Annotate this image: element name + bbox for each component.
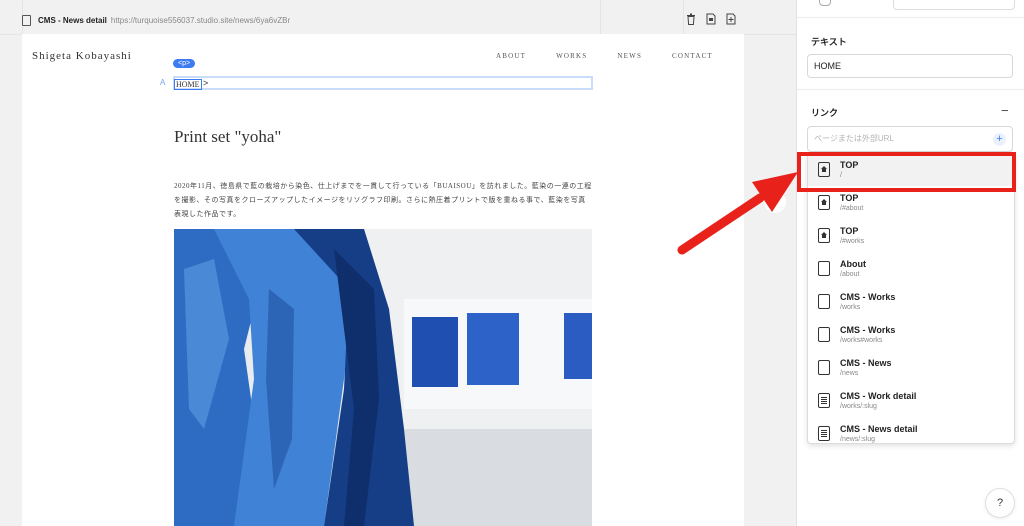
dropdown-item-path: /news	[840, 369, 859, 377]
element-type-badge: <p>	[173, 59, 196, 68]
dropdown-item-title: TOP	[840, 225, 859, 236]
dropdown-item-title: CMS - News detail	[840, 423, 918, 434]
link-url-field[interactable]: +	[807, 126, 1013, 152]
panel-divider	[797, 17, 1024, 18]
page-icon	[818, 294, 830, 309]
breadcrumb-chevron-icon: >	[203, 78, 209, 88]
dropdown-item-title: CMS - News	[840, 357, 892, 368]
dropdown-item-top-works[interactable]: TOP/#works	[808, 219, 1014, 252]
editor-canvas: CMS - News detail https://turquoise55603…	[0, 0, 796, 526]
nav-item-works[interactable]: WORKS	[556, 52, 587, 60]
dropdown-item-path: /works#works	[840, 336, 883, 344]
dropdown-item-title: TOP	[840, 192, 859, 203]
toggle-icon[interactable]	[819, 0, 831, 6]
page-bar: CMS - News detail https://turquoise55603…	[22, 12, 290, 28]
selected-element-outline[interactable]	[173, 76, 593, 90]
add-link-button[interactable]: +	[993, 133, 1006, 146]
text-value-field[interactable]: HOME	[807, 54, 1013, 78]
site-nav: ABOUT WORKS NEWS CONTACT	[496, 52, 713, 60]
help-button[interactable]: ?	[985, 488, 1015, 518]
nav-item-news[interactable]: NEWS	[617, 52, 642, 60]
dropdown-item-cms-news-detail[interactable]: CMS - News detail/news/:slug	[808, 417, 1014, 443]
dropdown-item-path: /news/:slug	[840, 435, 876, 443]
top-field[interactable]	[893, 0, 1015, 10]
document-icon	[818, 393, 830, 408]
dropdown-item-path: /works/:slug	[840, 402, 877, 410]
home-page-icon	[818, 228, 830, 243]
highlight-box	[797, 152, 1016, 192]
nav-item-contact[interactable]: CONTACT	[672, 52, 713, 60]
link-target-dropdown: TOP / TOP/#about TOP/#works About/about C…	[807, 152, 1015, 444]
dropdown-item-path: /#about	[840, 204, 864, 212]
article-body[interactable]: 2020年11月、徳島県で藍の栽培から染色、仕上げまでを一貫して行っている「BU…	[174, 179, 592, 221]
dropdown-item-title: CMS - Works	[840, 291, 896, 302]
text-section-label: テキスト	[811, 37, 847, 47]
dropdown-item-title: CMS - Works	[840, 324, 896, 335]
dropdown-item-title: About	[840, 258, 866, 269]
site-logo[interactable]: Shigeta Kobayashi	[32, 50, 132, 62]
dropdown-item-path: /#works	[840, 237, 865, 245]
breadcrumb-home-text[interactable]: HOME	[174, 79, 202, 90]
dropdown-item-cms-works[interactable]: CMS - Works/works	[808, 285, 1014, 318]
document-icon	[818, 426, 830, 441]
properties-panel: テキスト HOME リンク − + TOP/ TOP/#about TOP/#w…	[796, 0, 1024, 526]
dropdown-item-cms-work-detail[interactable]: CMS - Work detail/works/:slug	[808, 384, 1014, 417]
nav-item-about[interactable]: ABOUT	[496, 52, 526, 60]
page-url: https://turquoise556037.studio.site/news…	[110, 15, 291, 25]
page-document-icon	[22, 14, 31, 26]
dropdown-item-path: /about	[840, 270, 860, 278]
article-photo[interactable]	[174, 229, 592, 526]
link-url-input[interactable]	[808, 127, 990, 150]
collapse-link-icon[interactable]: −	[1001, 103, 1009, 118]
dropdown-item-about[interactable]: About/about	[808, 252, 1014, 285]
page-icon	[818, 261, 830, 276]
trash-icon[interactable]	[686, 12, 696, 25]
panel-divider	[797, 89, 1024, 90]
page-bar-actions	[686, 12, 736, 25]
text-anchor-icon: A	[160, 78, 166, 87]
dropdown-item-title: CMS - Work detail	[840, 390, 917, 401]
add-page-icon[interactable]	[726, 12, 736, 25]
dropdown-item-cms-works-anchor[interactable]: CMS - Works/works#works	[808, 318, 1014, 351]
home-page-icon	[818, 195, 830, 210]
page-name[interactable]: CMS - News detail	[38, 16, 107, 25]
article-title[interactable]: Print set "yoha"	[174, 127, 281, 147]
page-preview: Shigeta Kobayashi ABOUT WORKS NEWS CONTA…	[22, 34, 744, 526]
page-icon	[818, 327, 830, 342]
page-icon	[818, 360, 830, 375]
dropdown-item-cms-news[interactable]: CMS - News/news	[808, 351, 1014, 384]
link-section-label: リンク	[811, 108, 839, 118]
canvas-side-handle[interactable]	[764, 191, 786, 213]
dropdown-item-path: /works	[840, 303, 861, 311]
duplicate-page-icon[interactable]	[706, 12, 716, 25]
